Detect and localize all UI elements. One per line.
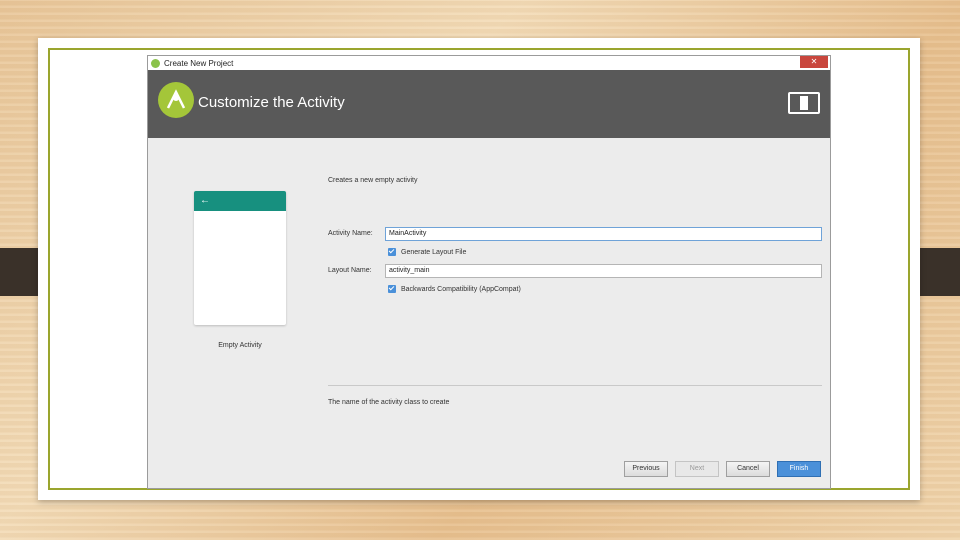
layout-name-input[interactable]: activity_main: [385, 264, 822, 278]
section-divider: [328, 385, 822, 386]
backwards-compat-row[interactable]: Backwards Compatibility (AppCompat): [388, 285, 521, 293]
backwards-compat-checkbox[interactable]: [388, 285, 396, 293]
activity-description: Creates a new empty activity: [328, 177, 418, 184]
activity-name-label: Activity Name:: [328, 230, 373, 237]
dialog-header: Customize the Activity: [148, 70, 830, 138]
generate-layout-checkbox[interactable]: [388, 248, 396, 256]
back-arrow-icon: ←: [200, 195, 210, 206]
layout-name-label: Layout Name:: [328, 267, 372, 274]
preview-app-bar: ←: [194, 191, 286, 211]
header-title: Customize the Activity: [198, 94, 345, 111]
android-studio-icon: [151, 58, 160, 68]
activity-preview-card[interactable]: ←: [194, 191, 286, 325]
generate-layout-label: Generate Layout File: [401, 248, 467, 256]
activity-name-input[interactable]: MainActivity: [385, 227, 822, 241]
previous-button[interactable]: Previous: [624, 461, 668, 477]
close-icon[interactable]: ✕: [800, 56, 828, 68]
next-button[interactable]: Next: [675, 461, 719, 477]
create-project-dialog: Create New Project ✕ Customize the Activ…: [147, 55, 831, 489]
activity-template-label: Empty Activity: [218, 342, 262, 349]
android-studio-logo-icon: [158, 82, 194, 118]
generate-layout-row[interactable]: Generate Layout File: [388, 248, 466, 256]
finish-button[interactable]: Finish: [777, 461, 821, 477]
window-titlebar: Create New Project ✕: [148, 56, 830, 70]
backwards-compat-label: Backwards Compatibility (AppCompat): [401, 285, 521, 293]
cancel-button[interactable]: Cancel: [726, 461, 770, 477]
device-preview-icon: [788, 92, 820, 114]
field-help-text: The name of the activity class to create: [328, 399, 450, 406]
window-title: Create New Project: [164, 58, 234, 68]
